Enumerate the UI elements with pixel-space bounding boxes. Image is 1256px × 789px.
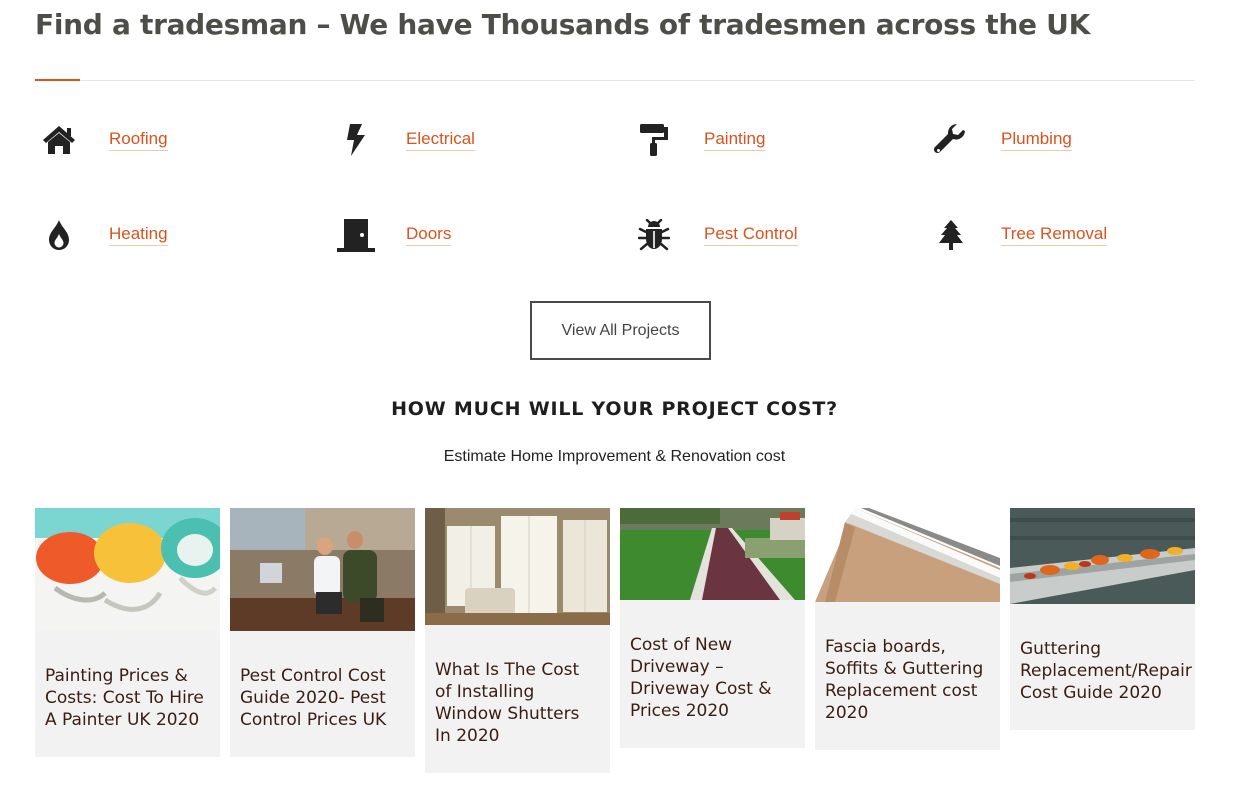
paint-roller-icon (630, 120, 678, 160)
article-title[interactable]: Pest Control Cost Guide 2020- Pest Contr… (240, 665, 420, 731)
paint-rollers-photo (35, 508, 220, 631)
article-card-painting[interactable]: Painting Prices & Costs: Cost To Hire A … (35, 508, 220, 757)
fascia-soffit-photo (815, 508, 1000, 602)
trade-link-roofing[interactable]: Roofing (109, 129, 168, 151)
trade-link-tree-removal[interactable]: Tree Removal (1001, 224, 1108, 246)
trade-link-plumbing[interactable]: Plumbing (1001, 129, 1072, 151)
trade-link-painting[interactable]: Painting (704, 129, 766, 151)
article-title[interactable]: Guttering Replacement/Repair Cost Guide … (1020, 638, 1200, 704)
driveway-photo (620, 508, 805, 600)
cost-section-heading: HOW MUCH WILL YOUR PROJECT COST? (391, 398, 838, 420)
page-title: Find a tradesman – We have Thousands of … (35, 8, 1090, 41)
lightning-bolt-icon (332, 120, 380, 160)
article-card-window-shutters[interactable]: What Is The Cost of Installing Window Sh… (425, 508, 610, 773)
home-icon (35, 120, 83, 160)
tree-icon (927, 215, 975, 255)
gutter-leaves-photo (1010, 508, 1195, 604)
article-title[interactable]: Painting Prices & Costs: Cost To Hire A … (45, 665, 225, 731)
article-title[interactable]: What Is The Cost of Installing Window Sh… (435, 659, 615, 747)
window-shutters-room-photo (425, 508, 610, 625)
article-card-pest-control[interactable]: Pest Control Cost Guide 2020- Pest Contr… (230, 508, 415, 757)
trade-link-electrical[interactable]: Electrical (406, 129, 475, 151)
trade-link-pest-control[interactable]: Pest Control (704, 224, 798, 246)
article-title[interactable]: Fascia boards, Soffits & Guttering Repla… (825, 636, 1005, 724)
article-card-guttering[interactable]: Guttering Replacement/Repair Cost Guide … (1010, 508, 1195, 730)
trade-item-tree-removal[interactable]: Tree Removal (927, 215, 1108, 255)
wrench-icon (927, 120, 975, 160)
trade-item-doors[interactable]: Doors (332, 215, 452, 255)
view-all-projects-button[interactable]: View All Projects (530, 301, 711, 360)
trade-item-electrical[interactable]: Electrical (332, 120, 475, 160)
trade-item-pest-control[interactable]: Pest Control (630, 215, 798, 255)
trade-item-roofing[interactable]: Roofing (35, 120, 168, 160)
trade-item-painting[interactable]: Painting (630, 120, 766, 160)
trade-item-plumbing[interactable]: Plumbing (927, 120, 1072, 160)
trade-item-heating[interactable]: Heating (35, 215, 168, 255)
title-divider-accent (35, 79, 80, 81)
article-card-driveway[interactable]: Cost of New Driveway – Driveway Cost & P… (620, 508, 805, 748)
article-title[interactable]: Cost of New Driveway – Driveway Cost & P… (630, 634, 810, 722)
cost-section-subheading: Estimate Home Improvement & Renovation c… (443, 448, 786, 465)
bug-icon (630, 215, 678, 255)
door-icon (332, 215, 380, 255)
trade-link-doors[interactable]: Doors (406, 224, 452, 246)
flame-icon (35, 215, 83, 255)
trade-link-heating[interactable]: Heating (109, 224, 168, 246)
article-card-fascia-soffits[interactable]: Fascia boards, Soffits & Guttering Repla… (815, 508, 1000, 750)
pest-control-technicians-photo (230, 508, 415, 631)
title-divider (35, 80, 1195, 81)
